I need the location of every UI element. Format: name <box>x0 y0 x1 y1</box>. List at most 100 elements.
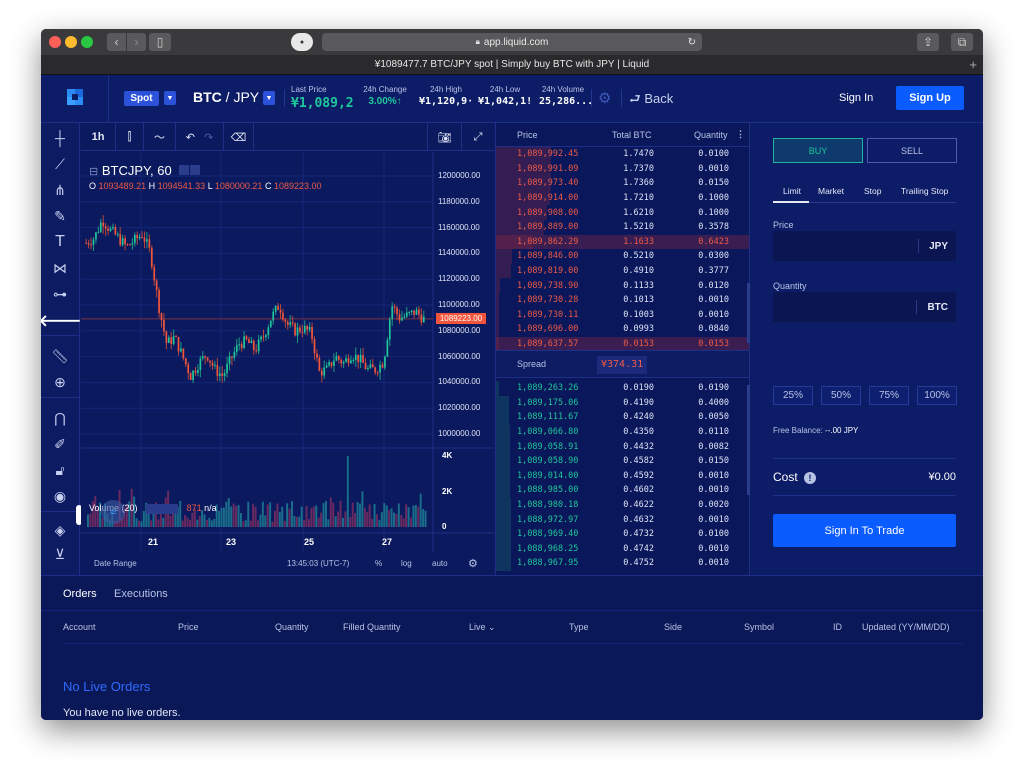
ask-row[interactable]: 1,089,730.11 0.1003 0.0010 <box>496 307 749 323</box>
sign-in-link[interactable]: Sign In <box>839 92 873 104</box>
ask-row[interactable]: 1,089,991.09 1.7370 0.0010 <box>496 161 749 177</box>
new-tab-icon[interactable]: + <box>969 57 977 72</box>
order-type-trailing-stop[interactable]: Trailing Stop <box>901 186 948 196</box>
redo-icon[interactable]: ↷ <box>204 131 213 144</box>
bid-row[interactable]: 1,088,985.00 0.4602 0.0010 <box>496 483 749 498</box>
trend-line-icon[interactable]: ⟋ <box>49 153 71 175</box>
candle-type-icon[interactable]: ⫿ <box>116 123 144 151</box>
ask-row[interactable]: 1,089,730.28 0.1013 0.0010 <box>496 293 749 308</box>
order-type-limit[interactable]: Limit <box>783 186 801 196</box>
fullscreen-icon[interactable]: ⤢ <box>462 123 494 151</box>
tab-executions[interactable]: Executions <box>114 588 168 600</box>
percent-25-button[interactable]: 25% <box>773 386 813 405</box>
bid-row[interactable]: 1,088,980.18 0.4622 0.0020 <box>496 497 749 513</box>
pitchfork-icon[interactable]: ⋔ <box>49 179 71 201</box>
tab-orders[interactable]: Orders <box>63 588 97 600</box>
settings-gear-icon[interactable]: ⚙ <box>598 89 611 107</box>
interval-button[interactable]: 1h <box>81 123 116 151</box>
minimize-window-button[interactable] <box>65 36 77 48</box>
fib-tool-icon[interactable]: ⊶ <box>49 283 71 305</box>
percent-75-button[interactable]: 75% <box>869 386 909 405</box>
brush-icon[interactable]: ✎ <box>49 205 71 227</box>
percent-100-button[interactable]: 100% <box>917 386 957 405</box>
bid-row[interactable]: 1,089,058.90 0.4582 0.0150 <box>496 454 749 469</box>
browser-tab[interactable]: ¥1089477.7 BTC/JPY spot | Simply buy BTC… <box>41 55 983 75</box>
unlock-icon[interactable]: 🔓︎ <box>49 459 71 481</box>
ask-row[interactable]: 1,089,738.90 0.1133 0.0120 <box>496 278 749 293</box>
extension-icon[interactable]: ● <box>291 33 313 51</box>
ask-row[interactable]: 1,089,846.00 0.5210 0.0300 <box>496 249 749 264</box>
back-arrow-icon[interactable]: 🡐 <box>41 309 81 331</box>
zoom-in-icon[interactable]: ⊕ <box>49 371 71 393</box>
bid-row[interactable]: 1,089,014.00 0.4592 0.0010 <box>496 468 749 484</box>
market-type-button[interactable]: Spot <box>124 91 159 106</box>
tradingview-logo-icon[interactable]: ≈ <box>101 500 125 524</box>
ruler-icon[interactable]: 📏︎ <box>49 345 71 367</box>
bid-row[interactable]: 1,088,969.40 0.4732 0.0100 <box>496 527 749 542</box>
bid-row[interactable]: 1,088,972.97 0.4632 0.0010 <box>496 512 749 527</box>
date-range-button[interactable]: Date Range <box>94 559 137 568</box>
ask-row[interactable]: 1,089,992.45 1.7470 0.0100 <box>496 147 749 162</box>
price-chart[interactable] <box>81 152 494 552</box>
ask-row[interactable]: 1,089,696.00 0.0993 0.0840 <box>496 322 749 337</box>
quantity-input[interactable]: BTC <box>773 292 956 322</box>
url-bar[interactable]: 🔒︎ app.liquid.com ↻ <box>322 33 702 51</box>
ask-row[interactable]: 1,089,819.00 0.4910 0.3777 <box>496 263 749 279</box>
bid-row[interactable]: 1,089,058.91 0.4432 0.0082 <box>496 439 749 454</box>
eraser-icon[interactable]: ⌫ <box>224 123 254 151</box>
reload-icon[interactable]: ↻ <box>688 37 696 48</box>
camera-icon[interactable]: 📷︎ <box>428 123 462 151</box>
pattern-icon[interactable]: ⋈ <box>49 257 71 279</box>
pair-selector[interactable]: BTC / JPY <box>193 89 259 105</box>
legend-settings-icon[interactable] <box>190 165 201 175</box>
sign-up-button[interactable]: Sign Up <box>896 86 964 110</box>
pair-dropdown-icon[interactable]: ▼ <box>263 91 275 105</box>
ask-row[interactable]: 1,089,862.29 1.1633 0.6423 <box>496 234 749 250</box>
ask-row[interactable]: 1,089,914.00 1.7210 0.1000 <box>496 190 749 206</box>
bids-scrollbar[interactable] <box>747 385 750 495</box>
undo-icon[interactable]: ↶ <box>186 131 195 144</box>
back-button[interactable]: ⮐ Back <box>629 90 673 112</box>
tabs-overview-icon[interactable]: ⧉ <box>951 33 973 51</box>
zoom-window-button[interactable] <box>81 36 93 48</box>
liquid-logo-icon[interactable] <box>63 85 87 109</box>
text-tool-icon[interactable]: T <box>49 231 71 253</box>
trash-icon[interactable]: ⊻ <box>49 543 71 565</box>
price-input[interactable]: JPY <box>773 231 956 261</box>
log-scale-toggle[interactable]: log <box>401 559 412 568</box>
col-live-filter[interactable]: Live ⌄ <box>469 622 496 633</box>
percent-scale-toggle[interactable]: % <box>375 559 382 568</box>
ask-row[interactable]: 1,089,908.00 1.6210 0.1000 <box>496 205 749 220</box>
bid-row[interactable]: 1,088,968.25 0.4742 0.0010 <box>496 541 749 557</box>
volume-legend-buttons[interactable] <box>146 503 179 514</box>
magnet-icon[interactable]: ⋂ <box>49 407 71 429</box>
bid-row[interactable]: 1,089,066.80 0.4350 0.0110 <box>496 424 749 440</box>
order-type-stop[interactable]: Stop <box>864 186 882 196</box>
chart-settings-icon[interactable]: ⚙ <box>468 557 478 570</box>
percent-50-button[interactable]: 50% <box>821 386 861 405</box>
eye-icon[interactable]: ◉ <box>49 485 71 507</box>
order-type-market[interactable]: Market <box>818 186 844 196</box>
sign-in-to-trade-button[interactable]: Sign In To Trade <box>773 514 956 547</box>
bid-row[interactable]: 1,088,967.95 0.4752 0.0010 <box>496 556 749 571</box>
more-options-icon[interactable]: ⋮ <box>736 129 745 140</box>
collapse-legend-icon[interactable]: ⊟ <box>89 166 98 178</box>
lock-drawing-icon[interactable]: ✐ <box>49 433 71 455</box>
bid-row[interactable]: 1,089,263.26 0.0190 0.0190 <box>496 381 749 396</box>
info-icon[interactable]: ! <box>804 472 817 484</box>
bid-row[interactable]: 1,089,111.67 0.4240 0.0050 <box>496 410 749 425</box>
bid-row[interactable]: 1,089,175.06 0.4190 0.4000 <box>496 395 749 411</box>
forward-nav-icon[interactable]: › <box>127 33 146 51</box>
legend-eye-icon[interactable] <box>179 165 190 175</box>
buy-button[interactable]: BUY <box>773 138 863 163</box>
market-type-dropdown-icon[interactable]: ▼ <box>164 91 176 105</box>
ask-row[interactable]: 1,089,973.40 1.7360 0.0150 <box>496 176 749 191</box>
back-nav-icon[interactable]: ‹ <box>107 33 126 51</box>
asks-scrollbar[interactable] <box>747 283 750 343</box>
share-icon[interactable]: ⇪ <box>917 33 939 51</box>
crosshair-icon[interactable]: ┼ <box>49 127 71 149</box>
indicators-icon[interactable]: 〜 <box>144 123 176 151</box>
layers-icon[interactable]: ◈ <box>49 519 71 541</box>
sell-button[interactable]: SELL <box>867 138 957 163</box>
sidebar-toggle-icon[interactable]: ▯ <box>149 33 171 51</box>
